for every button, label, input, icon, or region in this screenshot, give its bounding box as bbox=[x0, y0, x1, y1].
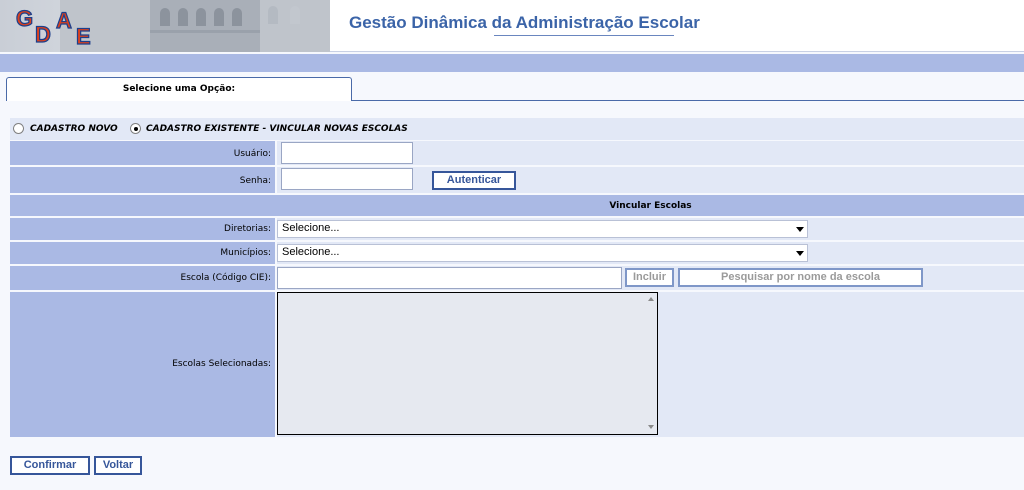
radio-label-cadastro-existente[interactable]: CADASTRO EXISTENTE - VINCULAR NOVAS ESCO… bbox=[146, 124, 408, 134]
header-bar bbox=[0, 54, 1024, 72]
header: G D A E Gestão Dinâmica da Administração… bbox=[0, 0, 1024, 52]
chevron-down-icon bbox=[796, 227, 804, 232]
usuario-label-cell: Usuário: bbox=[10, 141, 275, 165]
diretorias-label-cell: Diretorias: bbox=[10, 218, 275, 240]
voltar-button[interactable]: Voltar bbox=[94, 456, 142, 475]
escolas-selecionadas-label: Escolas Selecionadas: bbox=[172, 359, 271, 369]
municipios-select[interactable]: Selecione... bbox=[277, 244, 808, 262]
senha-label: Senha: bbox=[239, 176, 271, 186]
usuario-label: Usuário: bbox=[233, 149, 271, 159]
usuario-input[interactable] bbox=[281, 142, 413, 164]
municipios-row: Municípios: Selecione... bbox=[10, 242, 1024, 264]
option-row: CADASTRO NOVO CADASTRO EXISTENTE - VINCU… bbox=[10, 118, 1024, 140]
vincular-escolas-title: Vincular Escolas bbox=[609, 201, 692, 211]
diretorias-row: Diretorias: Selecione... bbox=[10, 218, 1024, 240]
municipios-label: Municípios: bbox=[220, 248, 271, 258]
chevron-down-icon bbox=[796, 251, 804, 256]
escolas-selecionadas-list[interactable] bbox=[277, 292, 658, 435]
radio-cadastro-novo[interactable] bbox=[13, 123, 24, 134]
scroll-down-arrow-icon[interactable] bbox=[648, 425, 654, 429]
radio-cadastro-existente[interactable] bbox=[130, 123, 141, 134]
escola-row: Escola (Código CIE): Incluir Pesquisar p… bbox=[10, 266, 1024, 290]
gdae-logo-icon: G D A E bbox=[15, 5, 91, 48]
municipios-selected-value: Selecione... bbox=[282, 246, 340, 258]
confirmar-button[interactable]: Confirmar bbox=[10, 456, 90, 475]
scroll-up-arrow-icon[interactable] bbox=[648, 297, 654, 301]
escola-codigo-input[interactable] bbox=[277, 267, 622, 289]
svg-text:G: G bbox=[16, 6, 33, 31]
tab-divider bbox=[352, 100, 1024, 101]
pesquisar-escola-button[interactable]: Pesquisar por nome da escola bbox=[678, 268, 923, 287]
diretorias-select[interactable]: Selecione... bbox=[277, 220, 808, 238]
senha-row: Senha: Autenticar bbox=[10, 167, 1024, 193]
municipios-label-cell: Municípios: bbox=[10, 242, 275, 264]
page: G D A E Gestão Dinâmica da Administração… bbox=[0, 0, 1024, 490]
tab-label: Selecione uma Opção: bbox=[122, 84, 236, 94]
app-title: Gestão Dinâmica da Administração Escolar bbox=[349, 13, 700, 32]
tab-selecione-opcao[interactable]: Selecione uma Opção: bbox=[6, 77, 352, 101]
usuario-row: Usuário: bbox=[10, 141, 1024, 165]
svg-text:E: E bbox=[76, 24, 91, 48]
escola-label-cell: Escola (Código CIE): bbox=[10, 266, 275, 290]
senha-input[interactable] bbox=[281, 168, 413, 190]
diretorias-label: Diretorias: bbox=[224, 224, 271, 234]
senha-label-cell: Senha: bbox=[10, 167, 275, 193]
svg-text:D: D bbox=[35, 22, 51, 47]
vincular-escolas-header: Vincular Escolas bbox=[10, 195, 1024, 216]
autenticar-button[interactable]: Autenticar bbox=[432, 171, 516, 190]
escolas-selecionadas-label-cell: Escolas Selecionadas: bbox=[10, 292, 275, 437]
incluir-button[interactable]: Incluir bbox=[625, 268, 674, 287]
radio-label-cadastro-novo[interactable]: CADASTRO NOVO bbox=[30, 124, 118, 134]
title-underline bbox=[494, 35, 674, 36]
svg-text:A: A bbox=[56, 8, 72, 33]
diretorias-selected-value: Selecione... bbox=[282, 222, 340, 234]
escola-label: Escola (Código CIE): bbox=[180, 273, 271, 283]
